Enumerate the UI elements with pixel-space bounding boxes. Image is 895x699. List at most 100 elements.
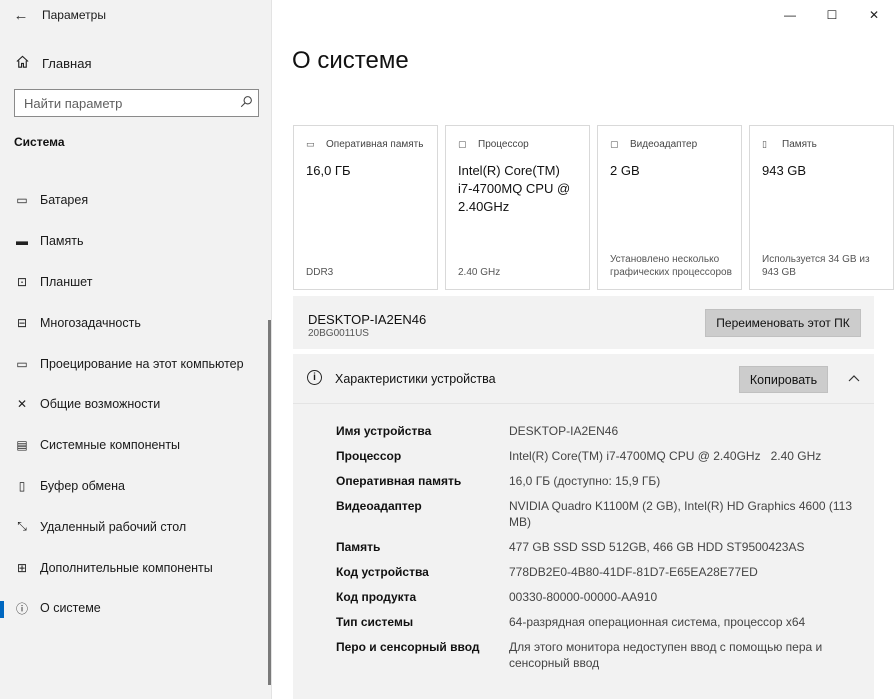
spec-rows: Имя устройства DESKTOP-IA2EN46 Процессор I… bbox=[336, 424, 856, 681]
sidebar-item-label: Память bbox=[40, 234, 84, 249]
spec-row: Тип системы 64-разрядная операционная сис… bbox=[336, 615, 856, 631]
device-name-bar: DESKTOP-IA2EN46 20BG0011US Переименовать… bbox=[293, 296, 874, 349]
sidebar-item-multitasking[interactable]: ⊟ Многозадачность bbox=[0, 302, 268, 343]
copy-button[interactable]: Копировать bbox=[739, 366, 828, 393]
shared-experiences-icon: ✕ bbox=[16, 397, 28, 412]
spec-row: Оперативная память 16,0 ГБ (доступно: 15,… bbox=[336, 474, 856, 490]
disk-icon: ▯ bbox=[762, 139, 767, 149]
card-foot: Используется 34 GB из 943 GB bbox=[762, 254, 870, 278]
ram-icon: ▭ bbox=[306, 139, 315, 149]
sidebar-item-home[interactable]: Главная bbox=[0, 50, 272, 76]
sidebar-item-label: Общие возможности bbox=[40, 397, 161, 412]
spec-key: Процессор bbox=[336, 449, 402, 464]
minimize-button[interactable]: — bbox=[769, 0, 811, 30]
spec-row: Код продукта 00330-80000-00000-AA910 bbox=[336, 590, 856, 606]
sidebar-item-battery[interactable]: ▭ Батарея bbox=[0, 180, 268, 221]
device-name: DESKTOP-IA2EN46 bbox=[308, 312, 427, 327]
system-components-icon: ▤ bbox=[16, 438, 28, 453]
sidebar-item-tablet[interactable]: ⊡ Планшет bbox=[0, 262, 268, 303]
card-foot: 2.40 GHz bbox=[458, 267, 501, 278]
rename-pc-button[interactable]: Переименовать этот ПК bbox=[705, 309, 861, 337]
card-label: Оперативная память bbox=[326, 139, 424, 150]
spec-key: Имя устройства bbox=[336, 424, 432, 438]
summary-cards: ▭ Оперативная память 16,0 ГБ DDR3 ▢ Процес… bbox=[293, 125, 894, 290]
spec-value: 64-разрядная операционная система, проце… bbox=[509, 615, 806, 630]
storage-icon: ▬ bbox=[16, 234, 28, 249]
sidebar-item-about[interactable]: ⓘ О системе bbox=[0, 588, 268, 629]
search-box[interactable] bbox=[14, 89, 259, 117]
gpu-icon: ▢ bbox=[610, 139, 619, 149]
search-input[interactable] bbox=[15, 91, 234, 115]
info-icon: i bbox=[307, 370, 322, 385]
card-label: Видеоадаптер bbox=[630, 139, 698, 150]
sidebar-item-projecting[interactable]: ▭ Проецирование на этот компьютер bbox=[0, 343, 268, 384]
app-title: Параметры bbox=[42, 8, 106, 22]
card-gpu: ▢ Видеоадаптер 2 GB Установлено несколько… bbox=[597, 125, 742, 290]
sidebar-item-label: Многозадачность bbox=[40, 315, 141, 330]
sidebar-item-shared-experiences[interactable]: ✕ Общие возможности bbox=[0, 384, 268, 425]
search-icon[interactable] bbox=[234, 95, 258, 111]
spec-value: Intel(R) Core(TM) i7-4700MQ CPU @ 2.40GH… bbox=[509, 449, 822, 464]
close-button[interactable]: ✕ bbox=[853, 0, 895, 30]
spec-value: 16,0 ГБ (доступно: 15,9 ГБ) bbox=[509, 474, 661, 489]
sidebar-scrollbar[interactable] bbox=[268, 320, 271, 685]
arrow-left-icon: ← bbox=[13, 6, 29, 24]
remote-desktop-icon: ⤡ bbox=[17, 519, 27, 534]
spec-row: Код устройства 778DB2E0-4B80-41DF-81D7-E6… bbox=[336, 565, 856, 581]
card-foot: Установлено несколько графических процес… bbox=[610, 254, 732, 278]
maximize-icon: ☐ bbox=[826, 8, 838, 22]
page-title: О системе bbox=[292, 47, 409, 74]
spec-key: Код продукта bbox=[336, 590, 417, 605]
title-bar: ← Параметры bbox=[0, 0, 272, 30]
close-icon: ✕ bbox=[868, 8, 880, 22]
window-controls: — ☐ ✕ bbox=[769, 0, 895, 30]
device-specs-panel: i Характеристики устройства Копировать И… bbox=[293, 354, 874, 699]
nav-list: ▭ Батарея ▬ Память ⊡ Планшет ⊟ Многозадачнос… bbox=[0, 180, 268, 629]
section-title: Система bbox=[14, 135, 65, 149]
card-storage: ▯ Память 943 GB Используется 34 GB из 943… bbox=[749, 125, 894, 290]
spec-key: Перо и сенсорный ввод bbox=[336, 640, 480, 655]
spec-key: Видеоадаптер bbox=[336, 499, 422, 514]
card-label: Память bbox=[782, 139, 817, 150]
chevron-up-icon[interactable] bbox=[848, 370, 860, 385]
spec-value: 778DB2E0-4B80-41DF-81D7-E65EA28E77ED bbox=[509, 564, 758, 579]
spec-row: Процессор Intel(R) Core(TM) i7-4700MQ CPU… bbox=[336, 449, 856, 465]
card-label: Процессор bbox=[478, 139, 529, 150]
spec-key: Тип системы bbox=[336, 615, 414, 630]
spec-key: Оперативная память bbox=[336, 474, 462, 489]
spec-value: 00330-80000-00000-AA910 bbox=[509, 590, 658, 605]
sidebar-item-label: Главная bbox=[42, 55, 92, 71]
spec-value: 477 GB SSD SSD 512GB, 466 GB HDD ST95004… bbox=[509, 539, 805, 554]
device-model: 20BG0011US bbox=[308, 328, 369, 339]
card-cpu: ▢ Процессор Intel(R) Core(TM) i7-4700MQ C… bbox=[445, 125, 590, 290]
minimize-icon: — bbox=[784, 8, 796, 22]
back-button[interactable]: ← bbox=[0, 0, 42, 30]
sidebar-item-clipboard[interactable]: ▯ Буфер обмена bbox=[0, 466, 268, 507]
device-specs-title: Характеристики устройства bbox=[335, 372, 496, 386]
sidebar-item-label: О системе bbox=[40, 601, 101, 616]
card-value: 2 GB bbox=[610, 163, 640, 178]
about-icon: ⓘ bbox=[15, 601, 28, 616]
maximize-button[interactable]: ☐ bbox=[811, 0, 853, 30]
sidebar-item-label: Удаленный рабочий стол bbox=[40, 519, 187, 534]
spec-value: NVIDIA Quadro K1100M (2 GB), Intel(R) HD… bbox=[509, 499, 853, 529]
sidebar-item-system-components[interactable]: ▤ Системные компоненты bbox=[0, 425, 268, 466]
home-icon bbox=[14, 54, 30, 72]
cpu-icon: ▢ bbox=[458, 139, 467, 149]
sidebar-item-storage[interactable]: ▬ Память bbox=[0, 221, 268, 262]
optional-features-icon: ⊞ bbox=[16, 560, 28, 575]
main-content: — ☐ ✕ О системе ▭ Оперативная память 16,0… bbox=[272, 0, 895, 699]
spec-row: Память 477 GB SSD SSD 512GB, 466 GB HDD S… bbox=[336, 540, 856, 556]
card-foot: DDR3 bbox=[306, 267, 334, 278]
sidebar-item-optional-features[interactable]: ⊞ Дополнительные компоненты bbox=[0, 547, 268, 588]
sidebar-item-remote-desktop[interactable]: ⤡ Удаленный рабочий стол bbox=[0, 506, 268, 547]
projecting-icon: ▭ bbox=[16, 356, 28, 371]
sidebar-item-label: Проецирование на этот компьютер bbox=[40, 356, 244, 371]
sidebar-item-label: Планшет bbox=[40, 274, 93, 289]
tablet-icon: ⊡ bbox=[16, 274, 28, 289]
card-value: 16,0 ГБ bbox=[306, 163, 351, 178]
sidebar-item-label: Системные компоненты bbox=[40, 438, 181, 453]
spec-key: Код устройства bbox=[336, 564, 429, 579]
clipboard-icon: ▯ bbox=[18, 478, 26, 493]
device-specs-header[interactable]: i Характеристики устройства Копировать bbox=[293, 354, 874, 404]
